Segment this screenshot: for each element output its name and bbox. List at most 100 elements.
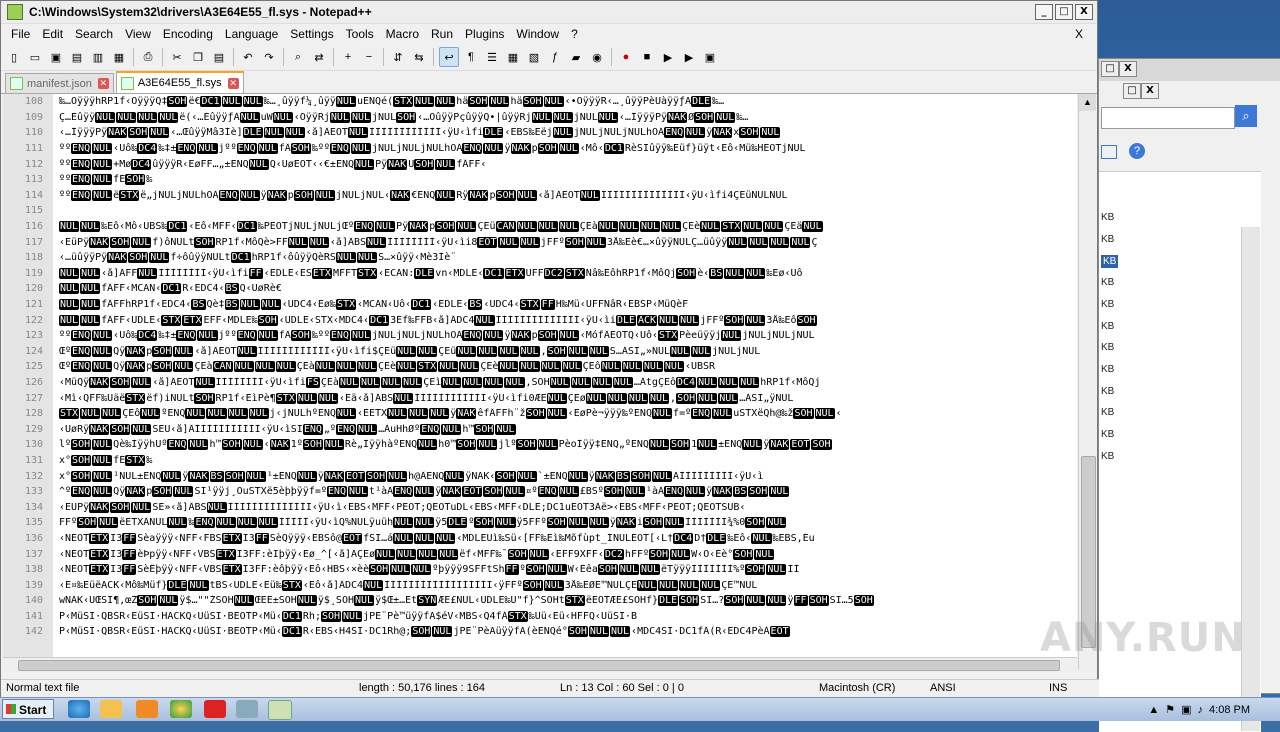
- network-tray-icon[interactable]: ▣: [1181, 703, 1191, 716]
- maximize-button[interactable]: □: [1055, 4, 1073, 20]
- file-size-cell[interactable]: KB: [1101, 212, 1114, 223]
- editor-line[interactable]: 130 lºSOH NUL Qè‰ÌÿÿhÜºENQ NUL h™SOH NUL ‹NAK 1º…: [3, 437, 1077, 453]
- menu-file[interactable]: File: [5, 27, 36, 41]
- file-size-cell[interactable]: KB: [1101, 277, 1114, 288]
- copy-icon[interactable]: ❐: [189, 48, 207, 66]
- menu-encoding[interactable]: Encoding: [157, 27, 219, 41]
- folder-icon[interactable]: ▰: [567, 48, 585, 66]
- indent-guide-icon[interactable]: ☰: [483, 48, 501, 66]
- tray-arrow-icon[interactable]: ▲: [1148, 704, 1159, 716]
- menu-search[interactable]: Search: [69, 27, 119, 41]
- file-size-cell[interactable]: KB: [1101, 299, 1114, 310]
- file-size-cell[interactable]: KB: [1101, 342, 1114, 353]
- editor-line[interactable]: 137 ‹NEOTETX I3FF èÞpÿÿ‹NFF‹VBSETX I3FF:èÏþÿ…: [3, 546, 1077, 562]
- menu-language[interactable]: Language: [219, 27, 284, 41]
- open-file-icon[interactable]: ▭: [26, 48, 44, 66]
- play-multi-icon[interactable]: ▶: [680, 48, 698, 66]
- menu-macro[interactable]: Macro: [380, 27, 425, 41]
- stop-icon[interactable]: ■: [638, 48, 656, 66]
- editor-line[interactable]: 116 NUL NUL ‰Eô‹Mô‹UBS‰DC1 ‹Eô‹MFF‹DC1 ‰PEOTj…: [3, 219, 1077, 235]
- redo-icon[interactable]: ↷: [260, 48, 278, 66]
- editor-line[interactable]: 121 NUL NUL fÂFFhRP1f‹EDC4‹BS Qè‡BS NUL NUL ‹UD…: [3, 297, 1077, 313]
- editor-line[interactable]: 135 FFºSOH NUL ëETXÂNULNUL ‰ENQ NUL NUL NUL ÌÌÌÌ…: [3, 515, 1077, 531]
- editor-line[interactable]: 139 ‹E¤‰EüëACK‹Mô‰Müf}DLE NUL tBS‹UDLE‹Eü‰S…: [3, 577, 1077, 593]
- editor-line[interactable]: 132 x°SOH NUL ¹NUL±ENQNUL ÿNAK BS SOH NUL ¹±ENQN…: [3, 468, 1077, 484]
- all-chars-icon[interactable]: ¶: [462, 48, 480, 66]
- editor-line[interactable]: 138 ‹NEOTETX I3FF SèÊþÿÿ‹NFF‹VBSETX I3FF:èôþ…: [3, 562, 1077, 578]
- file-size-cell[interactable]: KB: [1101, 451, 1114, 462]
- opera-icon[interactable]: [204, 700, 226, 718]
- flag-icon[interactable]: ⚑: [1165, 703, 1175, 716]
- editor-line[interactable]: 127 ‹Mì‹QFF‰UäëSTX ëf)iNULtSOH RP1f‹EìPè¶ST…: [3, 390, 1077, 406]
- zoom-out-icon[interactable]: −: [360, 48, 378, 66]
- editor-line[interactable]: 123 ººENQ NUL ‹Uô‰DC4 ‰‡±ENQ NUL jººENQ NUL fÂSO…: [3, 328, 1077, 344]
- close-document-button[interactable]: X: [1069, 27, 1089, 41]
- editor-line[interactable]: 109 Ç…ÈûÿÿNUL NUL NUL NUL ë(‹…ÈûÿÿƒÀNUL uWNUL ‹…: [3, 110, 1077, 126]
- notepad-plus-plus-taskbar-icon[interactable]: [268, 700, 292, 720]
- func-list-icon[interactable]: ƒ: [546, 48, 564, 66]
- volume-icon[interactable]: ♪: [1198, 704, 1204, 716]
- editor-line[interactable]: 142 P‹MüSI·QBSR‹EüSI·HACKQ‹UüSI·BEOTP‹Mü‹…: [3, 624, 1077, 640]
- tab-close-icon[interactable]: ✕: [97, 78, 109, 89]
- editor-line[interactable]: 118 ‹…üûÿÿPÿNAK SOH NUL f÷ôûÿÿNULtDC1 hRP1f‹ô…: [3, 250, 1077, 266]
- print-icon[interactable]: ⎙: [139, 48, 157, 66]
- search-icon[interactable]: ⌕: [1235, 105, 1257, 127]
- undo-icon[interactable]: ↶: [239, 48, 257, 66]
- editor-line[interactable]: 120 NUL NUL fÂFF‹MCAN‹DC1 R‹EDC4‹BS Q‹UøRè€: [3, 281, 1077, 297]
- bg-inner-close-button[interactable]: X: [1141, 83, 1159, 99]
- cut-icon[interactable]: ✂: [168, 48, 186, 66]
- help-icon[interactable]: ?: [1129, 143, 1145, 159]
- editor-line[interactable]: 125 ŒºENQ NUL QÿNAK pSOH NUL ÇEàCAN NUL NUL NUL ÇE…: [3, 359, 1077, 375]
- hscroll-thumb[interactable]: [18, 660, 1060, 671]
- close-icon[interactable]: ▥: [89, 48, 107, 66]
- editor-line[interactable]: 112 ººENQ NUL +MøDC4 ûÿÿÿR‹EøFF…„±ENQNUL Q‹Uø…: [3, 156, 1077, 172]
- editor-line[interactable]: 141 P‹MüSI·QBSR‹EüSI·HACKQ‹UüSI·BEOTP‹Mü‹…: [3, 609, 1077, 625]
- vertical-scrollbar[interactable]: ▲: [1078, 94, 1096, 670]
- menu-settings[interactable]: Settings: [284, 27, 339, 41]
- editor-line[interactable]: 128 STX NUL NUL ÇEôNUL ºENQNUL NUL NUL NUL j‹jNUL…: [3, 406, 1077, 422]
- bg-search-input[interactable]: [1101, 107, 1235, 129]
- bg-inner-maximize-button[interactable]: □: [1123, 83, 1141, 99]
- paste-icon[interactable]: ▤: [210, 48, 228, 66]
- editor-line[interactable]: 122 NUL NUL fÂFF‹UDLE‹STX ETX EFF‹MDLE‰SOH ‹UD…: [3, 312, 1077, 328]
- file-size-cell[interactable]: KB: [1101, 364, 1114, 375]
- menu-tools[interactable]: Tools: [340, 27, 380, 41]
- tab-manifest-json[interactable]: manifest.json ✕: [5, 73, 114, 93]
- editor-line[interactable]: 108 ‰…ÔÿÿÿhRP1f‹ÔÿÿÿQ‡SOH ë€DC1 NUL NUL ‰…¸ûÿ…: [3, 94, 1077, 110]
- chrome-icon[interactable]: [170, 700, 192, 718]
- bg-close-button[interactable]: X: [1119, 61, 1137, 77]
- editor-line[interactable]: 114 ººENQ NUL ëSTX ë„jNULjNULhOÁENQ NUL ÿNAK pS…: [3, 188, 1077, 204]
- close-button[interactable]: X: [1075, 4, 1093, 20]
- menu-edit[interactable]: Edit: [36, 27, 69, 41]
- editor-line[interactable]: 133 ^ºENQ NUL QÿNAK pSOH NUL SÌ¹ÿÿj¸ÔuSTXë5èþþ…: [3, 484, 1077, 500]
- view-pane-icon[interactable]: [1101, 145, 1117, 159]
- menu-plugins[interactable]: Plugins: [459, 27, 510, 41]
- record-icon[interactable]: ●: [617, 48, 635, 66]
- editor-line[interactable]: 140 wNAK‹UŒSI¶,œŽSOH NUL ÿ$…""ŽSOHNUL ŒEE±SO…: [3, 593, 1077, 609]
- file-size-cell[interactable]: KB: [1101, 234, 1114, 245]
- save-all-icon[interactable]: ▤: [68, 48, 86, 66]
- explorer-icon[interactable]: [100, 700, 122, 718]
- find-icon[interactable]: ⌕: [289, 48, 307, 66]
- editor-line[interactable]: 124 ŒºENQ NUL QÿNAK pSOH NUL ‹å]ÂEOTNUL ÌÌÌÌÌÌÌ…: [3, 344, 1077, 360]
- horizontal-scrollbar[interactable]: [3, 657, 1077, 672]
- editor-line[interactable]: 136 ‹NEOTETX I3FF Sèaÿÿÿ‹NFF‹FBSETX I3FF SèQÿ…: [3, 531, 1077, 547]
- editor-line[interactable]: 110 ‹…ÎÿÿÿPÿNAK SOH NUL ‹…ŒûÿÿMâ3Íè]DLE NUL NU…: [3, 125, 1077, 141]
- close-all-icon[interactable]: ▦: [110, 48, 128, 66]
- replace-icon[interactable]: ⇄: [310, 48, 328, 66]
- editor-line[interactable]: 131 x°SOH NUL fÉSTX ‰: [3, 453, 1077, 469]
- file-size-cell[interactable]: KB: [1101, 386, 1114, 397]
- minimize-button[interactable]: _: [1035, 4, 1053, 20]
- menu-run[interactable]: Run: [425, 27, 459, 41]
- editor-line[interactable]: 134 ‹EÜPÿNAK SOH NUL ŠE»‹å]ÂBSNUL ÌÌÌÌÌÌÌÌÌÌÌ…: [3, 499, 1077, 515]
- monitor-icon[interactable]: ◉: [588, 48, 606, 66]
- wrap-icon[interactable]: ↩: [439, 47, 459, 67]
- editor-line[interactable]: 119 NUL NUL ‹å]ÂFFNUL ÌÌÌÌÌÌÌÌ‹ÿU‹ìfiFF ‹EDLE…: [3, 266, 1077, 282]
- editor-line[interactable]: 129 ‹UøRÿNAK SOH NUL ŠEÜ‹å]ÂÌÌÌÌÌÌÌÌÌÌÌ‹ÿU‹ì…: [3, 421, 1077, 437]
- file-size-cell[interactable]: KB: [1101, 407, 1114, 418]
- bg-maximize-button[interactable]: □: [1101, 61, 1119, 77]
- new-file-icon[interactable]: ▯: [5, 48, 23, 66]
- tab-close-icon[interactable]: ✕: [227, 77, 239, 89]
- file-size-cell[interactable]: KB: [1101, 255, 1119, 269]
- network-icon[interactable]: [236, 700, 258, 718]
